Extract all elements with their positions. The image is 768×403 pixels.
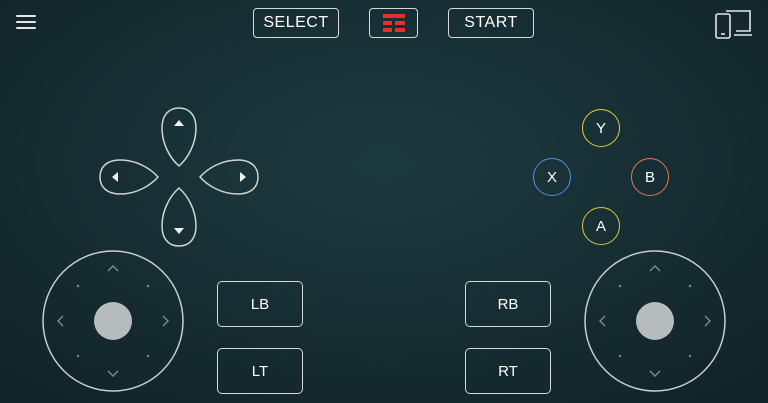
rb-button[interactable]: RB: [465, 281, 551, 327]
b-button[interactable]: B: [631, 158, 669, 196]
left-stick-thumb[interactable]: [94, 302, 132, 340]
stick-left-chevron-icon: [57, 315, 64, 327]
rt-button[interactable]: RT: [465, 348, 551, 394]
stick-down-chevron-icon: [107, 370, 119, 377]
dpad-left[interactable]: [99, 159, 160, 195]
stick-right-chevron-icon: [162, 315, 169, 327]
app-logo-button[interactable]: [369, 8, 418, 38]
dpad-up-arrow-icon: [174, 120, 184, 126]
select-button[interactable]: SELECT: [253, 8, 339, 38]
dpad-up[interactable]: [161, 107, 197, 168]
stick-up-chevron-icon: [649, 265, 661, 272]
stick-right-chevron-icon: [704, 315, 711, 327]
lb-button[interactable]: LB: [217, 281, 303, 327]
right-analog-stick[interactable]: [583, 249, 727, 393]
app-logo-icon: [382, 14, 405, 32]
start-button[interactable]: START: [448, 8, 534, 38]
a-button[interactable]: A: [582, 207, 620, 245]
dpad: [98, 106, 260, 248]
dpad-right-arrow-icon: [240, 172, 246, 182]
left-analog-stick[interactable]: [41, 249, 185, 393]
screen-cast-icon[interactable]: [714, 8, 754, 40]
right-stick-thumb[interactable]: [636, 302, 674, 340]
y-button[interactable]: Y: [582, 109, 620, 147]
stick-left-chevron-icon: [599, 315, 606, 327]
dpad-down-arrow-icon: [174, 228, 184, 234]
stick-down-chevron-icon: [649, 370, 661, 377]
dpad-right[interactable]: [198, 159, 259, 195]
stick-up-chevron-icon: [107, 265, 119, 272]
dpad-down[interactable]: [161, 186, 197, 247]
hamburger-menu-icon[interactable]: [16, 14, 38, 32]
lt-button[interactable]: LT: [217, 348, 303, 394]
x-button[interactable]: X: [533, 158, 571, 196]
dpad-left-arrow-icon: [112, 172, 118, 182]
